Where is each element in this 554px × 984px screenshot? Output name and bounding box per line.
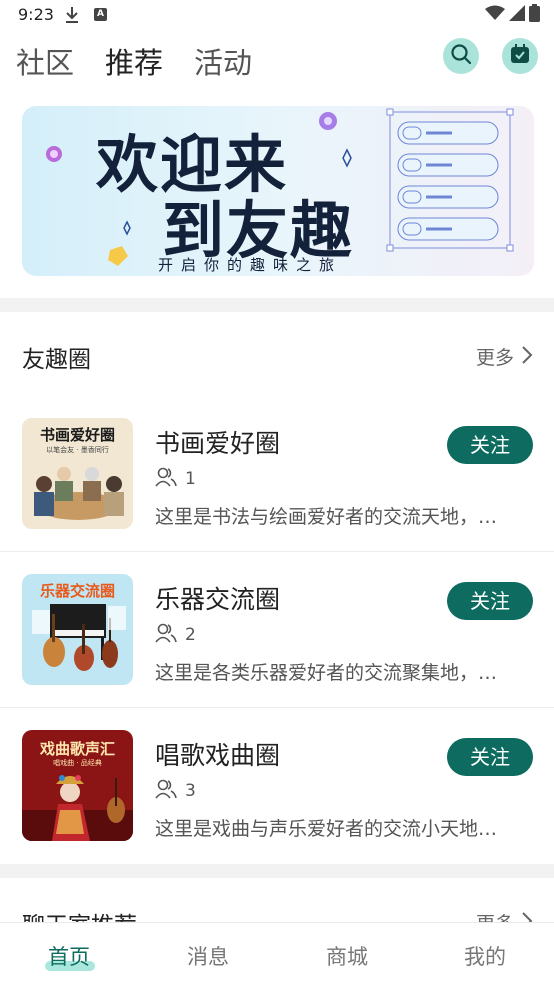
calendar-icon xyxy=(510,44,530,68)
thumb-caption: 以笔会友 · 墨香同行 xyxy=(46,446,109,454)
circle-description: 这里是各类乐器爱好者的交流聚集地，… xyxy=(155,662,498,684)
nav-home[interactable]: 首页 xyxy=(48,941,90,971)
more-link[interactable]: 更多 xyxy=(476,343,514,370)
welcome-banner[interactable]: 欢迎来 到友趣 开启你的趣味之旅 xyxy=(22,106,534,276)
a-icon: A xyxy=(94,8,107,21)
circle-name: 唱歌戏曲圈 xyxy=(155,741,281,770)
member-count: 3 xyxy=(155,779,196,803)
tab-community[interactable]: 社区 xyxy=(16,40,74,82)
circle-thumbnail: 书画爱好圈 以笔会友 · 墨香同行 xyxy=(22,418,133,529)
top-nav: 社区 推荐 活动 xyxy=(0,34,554,86)
download-icon xyxy=(64,6,80,24)
calendar-button[interactable] xyxy=(502,38,538,74)
chevron-right-icon[interactable] xyxy=(520,344,534,366)
status-bar: 9:23 A xyxy=(0,0,554,30)
status-icons xyxy=(485,4,540,26)
thumb-title: 戏曲歌声汇 xyxy=(39,740,115,758)
circle-thumbnail: 戏曲歌声汇 唱戏曲 · 品经典 xyxy=(22,730,133,841)
member-count: 1 xyxy=(155,467,196,491)
thumb-title: 书画爱好圈 xyxy=(39,426,115,444)
tab-activity[interactable]: 活动 xyxy=(194,40,252,82)
row-separator xyxy=(0,707,554,708)
nav-messages[interactable]: 消息 xyxy=(187,941,229,971)
search-icon xyxy=(450,43,472,69)
section-title: 友趣圈 xyxy=(22,347,91,373)
thumb-title: 乐器交流圈 xyxy=(39,582,115,600)
section-divider xyxy=(0,864,554,878)
circle-description: 这里是书法与绘画爱好者的交流天地，… xyxy=(155,506,498,528)
row-separator xyxy=(0,551,554,552)
member-count-value: 3 xyxy=(185,781,196,801)
battery-icon xyxy=(529,4,540,26)
follow-button[interactable]: 关注 xyxy=(447,738,533,776)
member-count: 2 xyxy=(155,623,196,647)
list-item[interactable]: 戏曲歌声汇 唱戏曲 · 品经典 唱歌戏曲圈 3 这里是戏曲与声乐爱好者的交流小天… xyxy=(0,712,554,868)
nav-shop[interactable]: 商城 xyxy=(326,941,368,971)
circles-section-header: 友趣圈 更多 xyxy=(0,324,554,384)
section-divider xyxy=(0,298,554,312)
signal-icon xyxy=(509,5,525,25)
circle-name: 书画爱好圈 xyxy=(155,429,281,458)
status-time: 9:23 xyxy=(18,5,54,24)
nav-profile[interactable]: 我的 xyxy=(464,941,506,971)
users-icon xyxy=(155,623,177,648)
users-icon xyxy=(155,779,177,804)
thumb-caption: 唱戏曲 · 品经典 xyxy=(53,759,102,767)
users-icon xyxy=(155,467,177,492)
list-item[interactable]: 书画爱好圈 以笔会友 · 墨香同行 书画爱好圈 1 这里是书法与绘画爱好者的交流… xyxy=(0,400,554,556)
follow-button[interactable]: 关注 xyxy=(447,582,533,620)
list-item[interactable]: 乐器交流圈 乐器交流圈 2 这里是各类乐器爱好者的交流聚集地，… 关注 xyxy=(0,556,554,712)
circle-thumbnail: 乐器交流圈 xyxy=(22,574,133,685)
banner-subtitle: 开启你的趣味之旅 xyxy=(158,256,343,274)
follow-button[interactable]: 关注 xyxy=(447,426,533,464)
member-count-value: 1 xyxy=(185,469,196,489)
member-count-value: 2 xyxy=(185,625,196,645)
circle-description: 这里是戏曲与声乐爱好者的交流小天地… xyxy=(155,818,498,840)
tab-recommend[interactable]: 推荐 xyxy=(105,40,163,82)
wifi-icon xyxy=(485,5,505,25)
search-button[interactable] xyxy=(443,38,479,74)
bottom-nav: 首页 消息 商城 我的 xyxy=(0,922,554,984)
circle-name: 乐器交流圈 xyxy=(155,585,281,614)
